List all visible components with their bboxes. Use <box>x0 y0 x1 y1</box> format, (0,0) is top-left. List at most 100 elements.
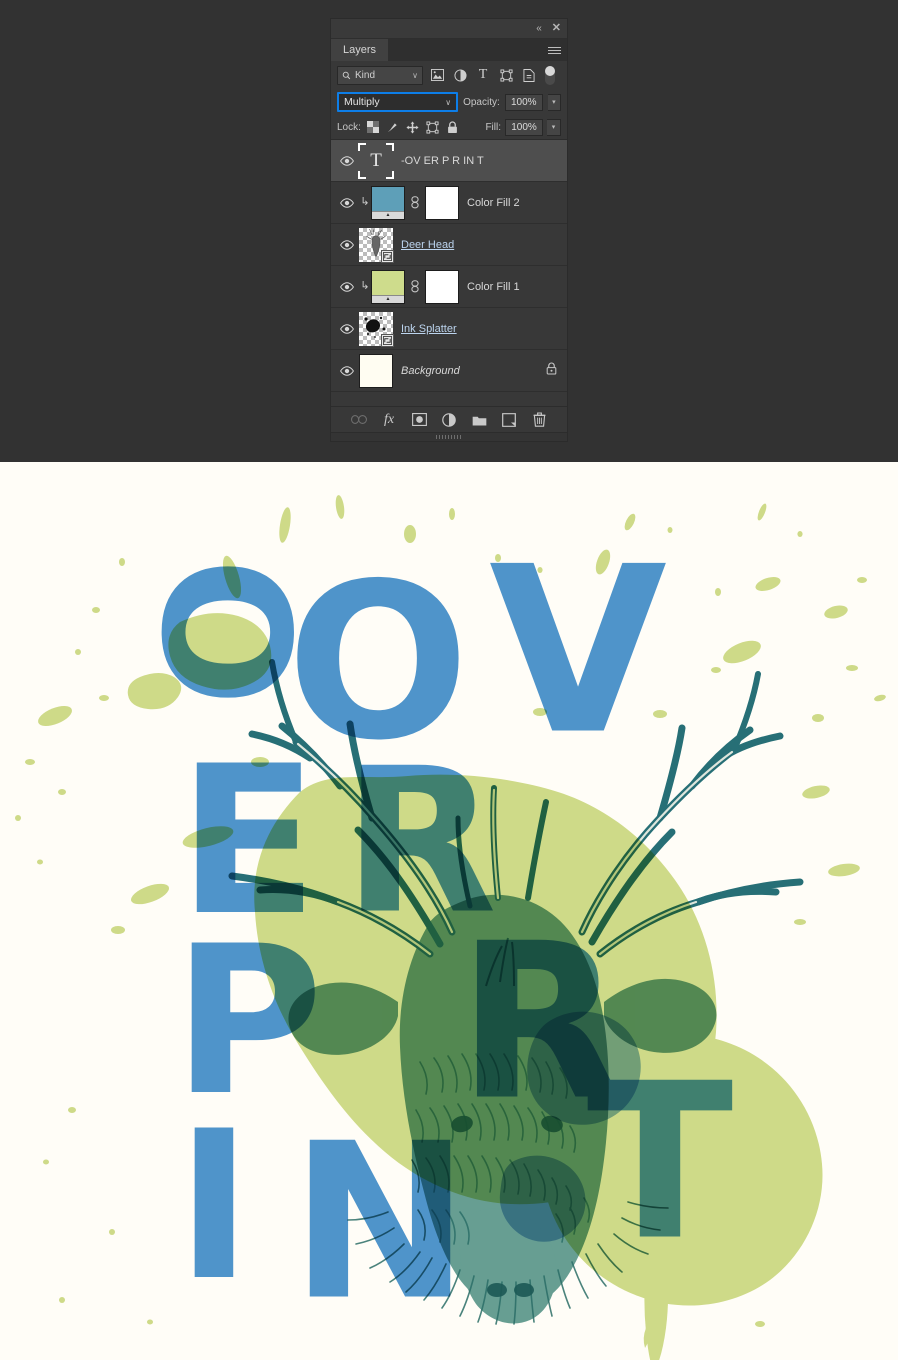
artwork-svg: O O V E R P R I N T <box>15 495 886 1360</box>
add-layer-mask-icon[interactable] <box>411 411 428 428</box>
layer-row-ink-splatter[interactable]: Ink Splatter <box>331 308 567 350</box>
blend-mode-value: Multiply <box>344 96 380 108</box>
layer-row-color-fill-2[interactable]: ↳ Color Fill 2 <box>331 182 567 224</box>
adjustment-layer-filter-icon[interactable] <box>451 66 469 84</box>
panel-tab-strip: Layers <box>331 39 567 61</box>
fill-color-swatch <box>372 270 404 296</box>
layer-visibility-toggle[interactable] <box>335 281 359 292</box>
new-layer-icon[interactable] <box>501 411 518 428</box>
eye-icon <box>340 281 354 292</box>
lock-label: Lock: <box>337 121 361 133</box>
tab-layers[interactable]: Layers <box>331 39 389 61</box>
blend-mode-row: Multiply ∨ Opacity: 100% ▾ <box>331 89 567 115</box>
filter-kind-select[interactable]: Kind ∨ <box>337 65 423 85</box>
layer-name[interactable]: Deer Head <box>401 239 454 251</box>
layers-panel-toolbar: fx <box>331 406 567 432</box>
layer-row-deer-head[interactable]: Deer Head <box>331 224 567 266</box>
grip-dots-icon <box>436 435 462 439</box>
lock-all-icon[interactable] <box>445 119 461 135</box>
layers-panel: « ✕ Layers Kind ∨ T Multiply ∨ Opacity: … <box>330 18 568 442</box>
fill-value: 100% <box>511 121 537 133</box>
layer-thumbnail[interactable]: T <box>358 142 394 179</box>
fill-label: Fill: <box>485 121 501 133</box>
delete-layer-icon[interactable] <box>531 411 548 428</box>
lock-transparency-icon[interactable] <box>365 119 381 135</box>
lock-artboard-icon[interactable] <box>425 119 441 135</box>
document-canvas: O O V E R P R I N T <box>0 462 898 1360</box>
mask-link-icon[interactable] <box>410 280 420 293</box>
chevron-down-icon: ∨ <box>445 97 452 107</box>
clipping-mask-icon: ↳ <box>360 196 370 208</box>
layer-thumbnail[interactable] <box>359 227 394 263</box>
opacity-label: Opacity: <box>463 96 500 108</box>
lock-image-icon[interactable] <box>385 119 401 135</box>
eye-icon <box>340 155 354 166</box>
layer-visibility-toggle[interactable] <box>335 197 359 208</box>
close-panel-icon[interactable]: ✕ <box>552 23 561 34</box>
panel-resize-grip[interactable] <box>331 432 567 441</box>
layer-thumbnail[interactable] <box>371 185 405 220</box>
new-adjustment-layer-icon[interactable] <box>441 411 458 428</box>
blend-mode-select[interactable]: Multiply ∨ <box>337 92 459 112</box>
eye-icon <box>340 239 354 250</box>
type-layer-filter-icon[interactable]: T <box>474 66 492 84</box>
layer-visibility-toggle[interactable] <box>335 239 359 250</box>
fill-input[interactable]: 100% <box>505 118 543 136</box>
layer-mask-thumbnail[interactable] <box>425 269 459 304</box>
chevron-down-icon: ∨ <box>412 70 418 80</box>
clipping-mask-icon: ↳ <box>360 280 370 292</box>
smart-object-badge-icon <box>381 333 394 347</box>
smart-object-badge-icon <box>381 249 394 263</box>
gradient-slider-bar <box>372 294 404 303</box>
eye-icon <box>340 197 354 208</box>
tab-layers-label: Layers <box>343 44 377 56</box>
mask-link-icon[interactable] <box>410 196 420 209</box>
panel-title-bar: « ✕ <box>331 19 567 39</box>
lock-position-icon[interactable] <box>405 119 421 135</box>
panel-menu-icon <box>548 46 561 54</box>
layer-name: Background <box>401 364 460 377</box>
layer-thumbnail[interactable] <box>359 353 393 388</box>
layer-visibility-toggle[interactable] <box>335 155 359 166</box>
opacity-value: 100% <box>510 96 537 108</box>
screen-root: « ✕ Layers Kind ∨ T Multiply ∨ Opacity: … <box>0 0 898 1360</box>
gradient-slider-bar <box>372 210 404 219</box>
shape-layer-filter-icon[interactable] <box>497 66 515 84</box>
lock-row: Lock: Fill: 100% ▾ <box>331 115 567 139</box>
layer-name[interactable]: Ink Splatter <box>401 323 457 335</box>
eye-icon <box>340 323 354 334</box>
fill-color-swatch <box>372 186 404 212</box>
new-group-icon[interactable] <box>471 411 488 428</box>
layer-list: T -OV ER P R IN T ↳ ▲ Color Fill 2 Deer … <box>331 139 567 406</box>
layer-locked-icon <box>546 362 557 380</box>
layer-thumbnail[interactable] <box>371 269 405 304</box>
collapse-panel-icon[interactable]: « <box>536 23 542 34</box>
fill-stepper[interactable]: ▾ <box>547 118 561 136</box>
layer-filter-row: Kind ∨ T <box>331 61 567 89</box>
layer-visibility-toggle[interactable] <box>335 365 359 376</box>
layer-name[interactable]: Color Fill 2 <box>467 197 520 209</box>
link-layers-icon[interactable] <box>351 411 368 428</box>
overprint-artwork: O O V E R P R I N T <box>0 462 898 1360</box>
filter-enable-toggle[interactable] <box>545 65 555 85</box>
opacity-input[interactable]: 100% <box>504 93 543 111</box>
layer-mask-thumbnail[interactable] <box>425 185 459 220</box>
type-layer-glyph: T <box>370 149 382 171</box>
layer-row-color-fill-1[interactable]: ↳ Color Fill 1 <box>331 266 567 308</box>
layer-style-fx-icon[interactable]: fx <box>381 411 398 428</box>
layer-row-overprint[interactable]: T -OV ER P R IN T <box>331 140 567 182</box>
layer-name[interactable]: Color Fill 1 <box>467 281 520 293</box>
filter-kind-label: Kind <box>355 69 376 81</box>
svg-text:V: V <box>489 519 667 786</box>
layer-name[interactable]: -OV ER P R IN T <box>401 155 484 167</box>
search-icon <box>342 71 351 79</box>
eye-icon <box>340 365 354 376</box>
smart-object-filter-icon[interactable] <box>520 66 538 84</box>
panel-menu-button[interactable] <box>548 39 561 61</box>
layer-row-background[interactable]: Background <box>331 350 567 392</box>
svg-text:I: I <box>176 1088 252 1326</box>
layer-thumbnail[interactable] <box>359 311 394 347</box>
pixel-layer-filter-icon[interactable] <box>428 66 446 84</box>
layer-visibility-toggle[interactable] <box>335 323 359 334</box>
opacity-stepper[interactable]: ▾ <box>547 93 561 111</box>
